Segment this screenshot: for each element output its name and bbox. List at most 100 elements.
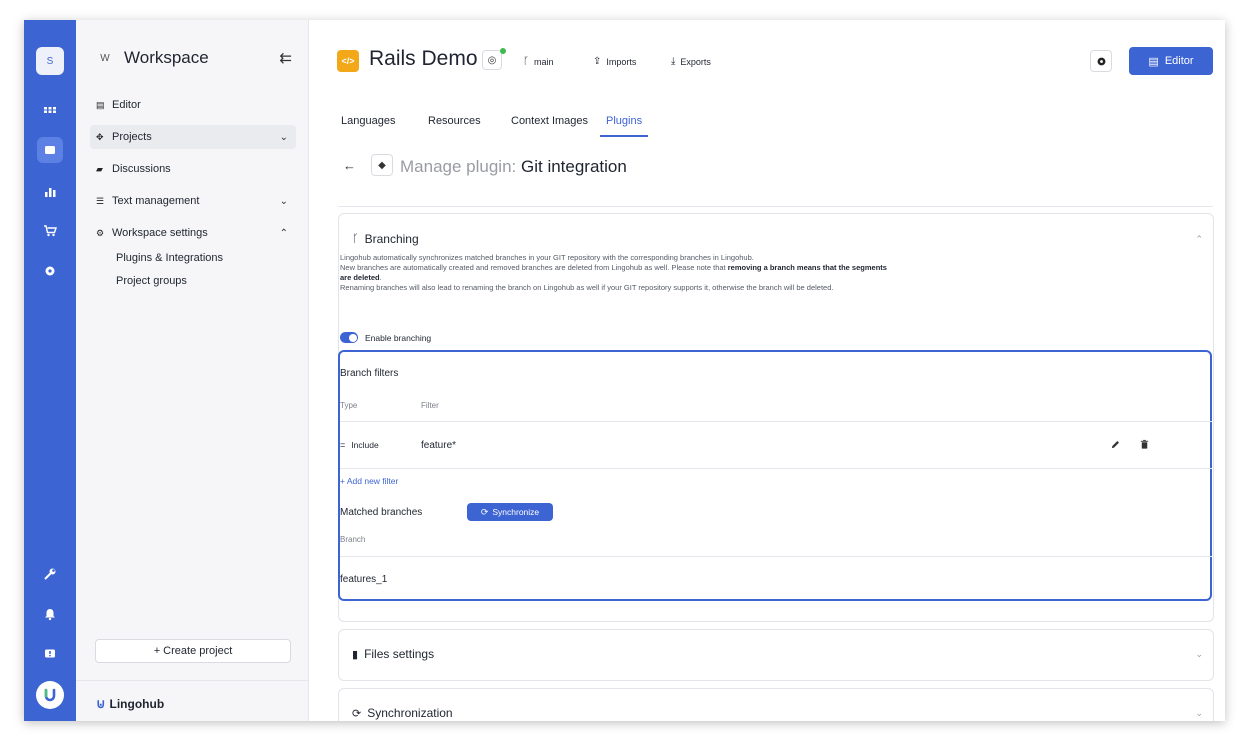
desc-line-1: Lingohub automatically synchronizes matc… (340, 253, 754, 262)
desc-text: . (379, 273, 382, 282)
exports-link[interactable]: ⤓ Exports (671, 56, 711, 67)
filter-value: feature* (421, 440, 457, 451)
synchronization-card[interactable] (338, 688, 1214, 721)
main-content: </> Rails Demo ◎ ᚴ main ⇪ Imports ⤓ Expo… (310, 20, 1225, 721)
imports-link[interactable]: ⇪ Imports (593, 56, 636, 67)
discussions-icon: ▰ (96, 163, 103, 174)
col-header-filter: Filter (421, 401, 439, 410)
stats-chart-icon[interactable] (37, 179, 63, 205)
tab-languages[interactable]: Languages (341, 115, 395, 127)
editor-button[interactable]: ▤ Editor (1129, 47, 1213, 75)
sidebar-subitem-project-groups[interactable]: Project groups (116, 275, 187, 287)
drag-handle-icon[interactable]: = (340, 440, 345, 450)
editor-icon: ▤ (96, 99, 105, 110)
sidebar-item-label: Text management (112, 195, 200, 207)
github-icon[interactable]: ◎ (482, 50, 502, 70)
collapse-sidebar-icon[interactable]: ⇇ (279, 49, 292, 67)
sidebar: W Workspace ⇇ ▤ Editor ✥ Projects ⌄ ▰ Di… (76, 20, 309, 721)
matched-branches-title: Matched branches (340, 507, 423, 518)
icon-rail: S (24, 20, 76, 721)
synchronize-button[interactable]: ⟳ Synchronize (467, 503, 553, 521)
tab-plugins[interactable]: Plugins (606, 115, 642, 127)
help-chat-icon[interactable] (37, 641, 63, 667)
back-arrow-icon[interactable]: ← (343, 158, 356, 173)
sidebar-item-discussions[interactable]: ▰ Discussions (90, 157, 296, 181)
wrench-icon[interactable] (37, 561, 63, 587)
matched-branch-row: features_1 (340, 574, 388, 585)
active-tab-indicator (600, 135, 648, 137)
apps-grid-icon[interactable] (37, 97, 63, 123)
synchronization-header[interactable]: ⟳ Synchronization (352, 706, 453, 720)
branch-filters-title: Branch filters (340, 368, 399, 379)
synchronize-label: Synchronize (492, 507, 540, 517)
workspace-header: W Workspace ⇇ (96, 46, 292, 70)
filter-type[interactable]: = Include (340, 440, 379, 450)
sidebar-item-label: Editor (112, 99, 141, 111)
trash-icon[interactable] (1137, 437, 1151, 451)
desc-line-3: Renaming branches will also lead to rena… (340, 283, 834, 292)
tab-context-images[interactable]: Context Images (511, 115, 588, 127)
sidebar-item-label: Discussions (112, 163, 171, 175)
project-settings-button[interactable] (1090, 50, 1112, 72)
sync-icon: ⟳ (352, 707, 362, 720)
chevron-up-icon[interactable]: ⌃ (1195, 234, 1203, 245)
imports-label: Imports (606, 56, 637, 67)
brand-name: Lingohub (109, 697, 165, 711)
branch-selector[interactable]: ᚴ main (523, 56, 554, 67)
enable-branching-toggle[interactable] (340, 332, 358, 343)
page-title: Manage plugin: Git integration (400, 157, 627, 177)
text-management-icon: ☰ (96, 195, 105, 206)
settings-icon: ⚙ (96, 227, 105, 238)
branch-name: main (534, 56, 554, 67)
desc-line-2: New branches are automatically created a… (340, 263, 900, 283)
app-window: S W Workspace ⇇ ▤ Editor ✥ Projects ⌄ ▰ … (24, 20, 1225, 721)
files-settings-card[interactable] (338, 629, 1214, 681)
file-icon: ▮ (352, 648, 359, 661)
files-settings-header[interactable]: ▮ Files settings (352, 647, 434, 661)
branching-header[interactable]: ᚴ Branching (352, 232, 419, 246)
git-icon: ◆ (371, 154, 393, 176)
editor-icon: ▤ (1148, 55, 1159, 68)
sidebar-item-editor[interactable]: ▤ Editor (90, 93, 296, 117)
user-avatar[interactable]: S (36, 47, 64, 75)
files-settings-title: Files settings (364, 647, 435, 661)
col-header-branch: Branch (340, 535, 366, 544)
bell-icon[interactable] (37, 601, 63, 627)
workspace-title[interactable]: Workspace (124, 48, 209, 68)
download-icon: ⤓ (671, 56, 676, 67)
project-title: Rails Demo (369, 47, 478, 70)
chevron-down-icon: ⌄ (279, 131, 288, 143)
workspace-badge: W (100, 52, 110, 64)
edit-pencil-icon[interactable] (1108, 437, 1122, 451)
sidebar-item-label: Projects (112, 131, 152, 143)
projects-rail-icon[interactable] (37, 137, 63, 163)
create-project-button[interactable]: + Create project (95, 639, 291, 663)
synchronization-title: Synchronization (367, 706, 453, 720)
gear-icon[interactable] (37, 258, 63, 284)
sidebar-item-text-management[interactable]: ☰ Text management ⌄ (90, 189, 296, 213)
chevron-down-icon[interactable]: ⌄ (1195, 708, 1203, 719)
sidebar-item-projects[interactable]: ✥ Projects ⌄ (90, 125, 296, 149)
project-code-icon: </> (337, 50, 359, 72)
add-filter-button[interactable]: + Add new filter (340, 476, 398, 486)
row-divider (340, 468, 1212, 469)
sidebar-subitem-plugins[interactable]: Plugins & Integrations (116, 252, 223, 264)
row-divider (340, 421, 1212, 422)
chevron-down-icon: ⌄ (279, 195, 288, 207)
enable-branching-label: Enable branching (365, 333, 432, 343)
exports-label: Exports (680, 56, 711, 67)
editor-button-label: Editor (1164, 55, 1194, 67)
branch-icon: ᚴ (523, 56, 529, 67)
status-dot (500, 48, 506, 54)
chevron-down-icon[interactable]: ⌄ (1195, 649, 1203, 660)
sidebar-item-workspace-settings[interactable]: ⚙ Workspace settings ⌃ (90, 221, 296, 245)
brand: ⊍ Lingohub (96, 696, 164, 712)
sidebar-item-label: Workspace settings (112, 227, 208, 239)
page-title-name: Git integration (521, 157, 627, 176)
upload-icon: ⇪ (593, 56, 602, 67)
chevron-up-icon: ⌃ (279, 227, 288, 239)
branch-filters-panel (338, 350, 1212, 601)
lingohub-logo-icon[interactable] (36, 681, 64, 709)
tab-resources[interactable]: Resources (428, 115, 481, 127)
cart-icon[interactable] (37, 218, 63, 244)
